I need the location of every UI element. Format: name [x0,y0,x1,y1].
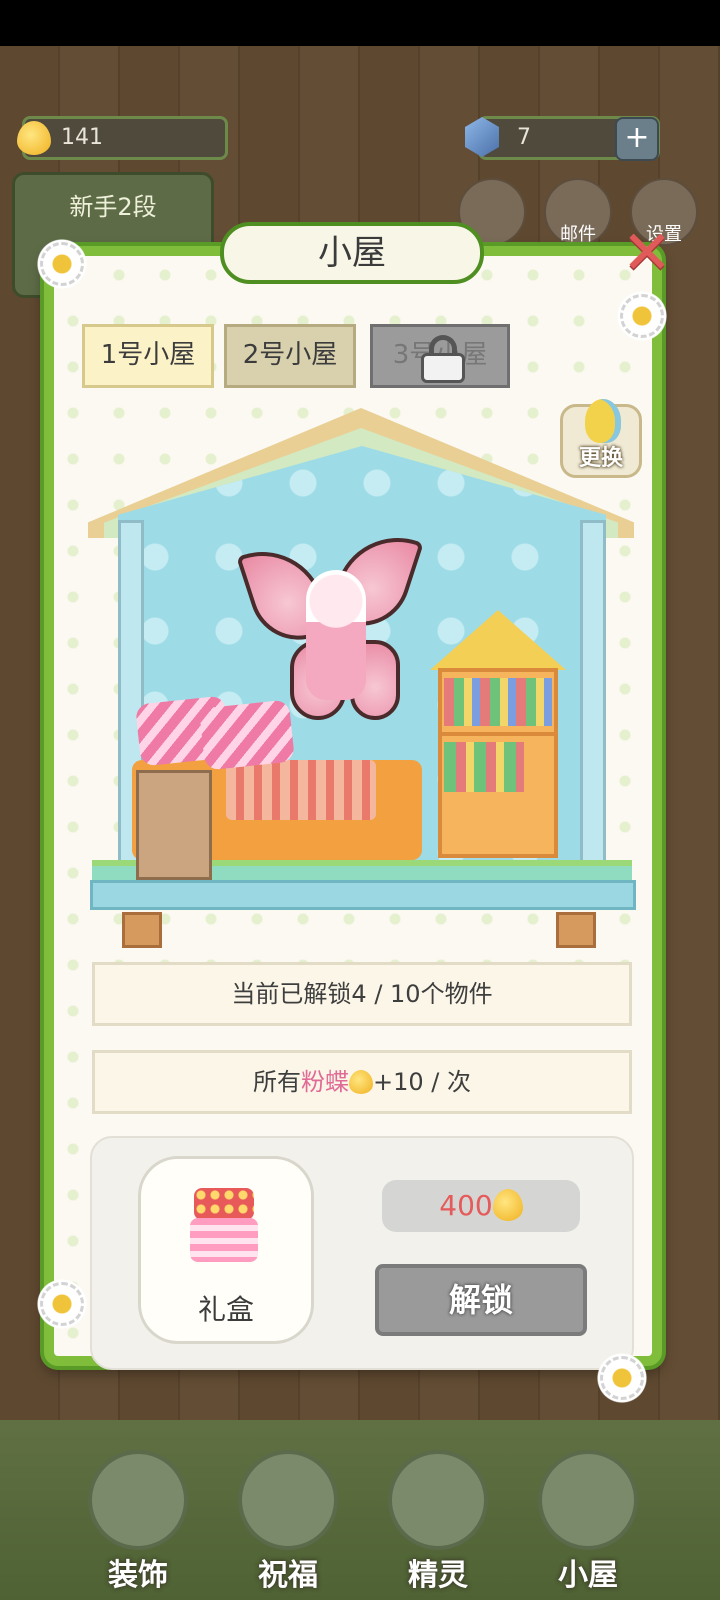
nav-decorate[interactable]: 装饰 [80,1440,196,1593]
daisy-icon [614,288,670,344]
butterfly-fairy-character[interactable] [236,521,424,740]
tab-house-2[interactable]: 2号小屋 [224,324,356,388]
tab-house-1[interactable]: 1号小屋 [82,324,214,388]
lock-icon [421,335,465,383]
swap-label: 更换 [578,446,623,471]
unlock-button[interactable]: 解锁 [375,1264,587,1336]
house-icon [538,1450,638,1550]
gold-drop-icon [17,121,51,155]
house-foot-left [122,912,162,948]
daisy-icon [34,1276,90,1332]
level-label: 新手2段 [69,193,157,221]
bonus-prefix: 所有 [253,1068,301,1096]
nav-house[interactable]: 小屋 [530,1440,646,1593]
bottom-nav: 装饰 祝福 精灵 小屋 [80,1440,680,1593]
swap-button[interactable]: 更换 [560,399,642,478]
bonus-info: 所有粉蝶 +10 / 次 [92,1050,632,1114]
plant-icon [88,1450,188,1550]
gold-counter: 141 [17,116,228,160]
bed-blanket [226,760,376,820]
daisy-icon [594,1350,650,1406]
gold-drop-icon [492,1189,523,1221]
house-foot-right [556,912,596,948]
close-button[interactable]: ✕ [620,223,674,283]
unlock-price: 400 [382,1180,580,1232]
daisy-icon [34,236,90,292]
fairy-icon [388,1450,488,1550]
nav-house-label: 小屋 [558,1558,618,1593]
bonus-highlight: 粉蝶 [301,1068,349,1096]
bonus-suffix: +10 / 次 [373,1068,471,1096]
nav-blessing[interactable]: 祝福 [230,1440,346,1593]
tab-house-3[interactable]: 3号小屋 [370,324,510,388]
mail-label: 邮件 [560,224,596,245]
house-post-right [580,520,606,880]
gold-drop-icon [349,1070,373,1094]
leaf-icon [585,399,621,443]
add-gems-button[interactable]: + [615,117,659,161]
blessing-icon [238,1450,338,1550]
gift-box-icon [190,1188,260,1264]
house-base [90,880,636,910]
dialog-title: 小屋 [220,222,484,284]
gold-amount: 141 [61,125,103,150]
nav-blessing-label: 祝福 [258,1558,318,1593]
gem-amount: 7 [517,125,531,150]
nav-decorate-label: 装饰 [108,1558,168,1593]
unlocked-items-info: 当前已解锁4 / 10个物件 [92,962,632,1026]
gem-counter: 7 + [465,116,660,161]
mail-button[interactable]: 邮件 [544,178,612,246]
price-amount: 400 [439,1189,493,1222]
nightstand-furniture[interactable] [136,770,212,880]
status-bar [0,0,720,46]
nav-fairy[interactable]: 精灵 [380,1440,496,1593]
nav-fairy-label: 精灵 [408,1558,468,1593]
bookshelf-furniture[interactable] [430,610,566,860]
reward-label: 礼盒 [197,1293,254,1326]
